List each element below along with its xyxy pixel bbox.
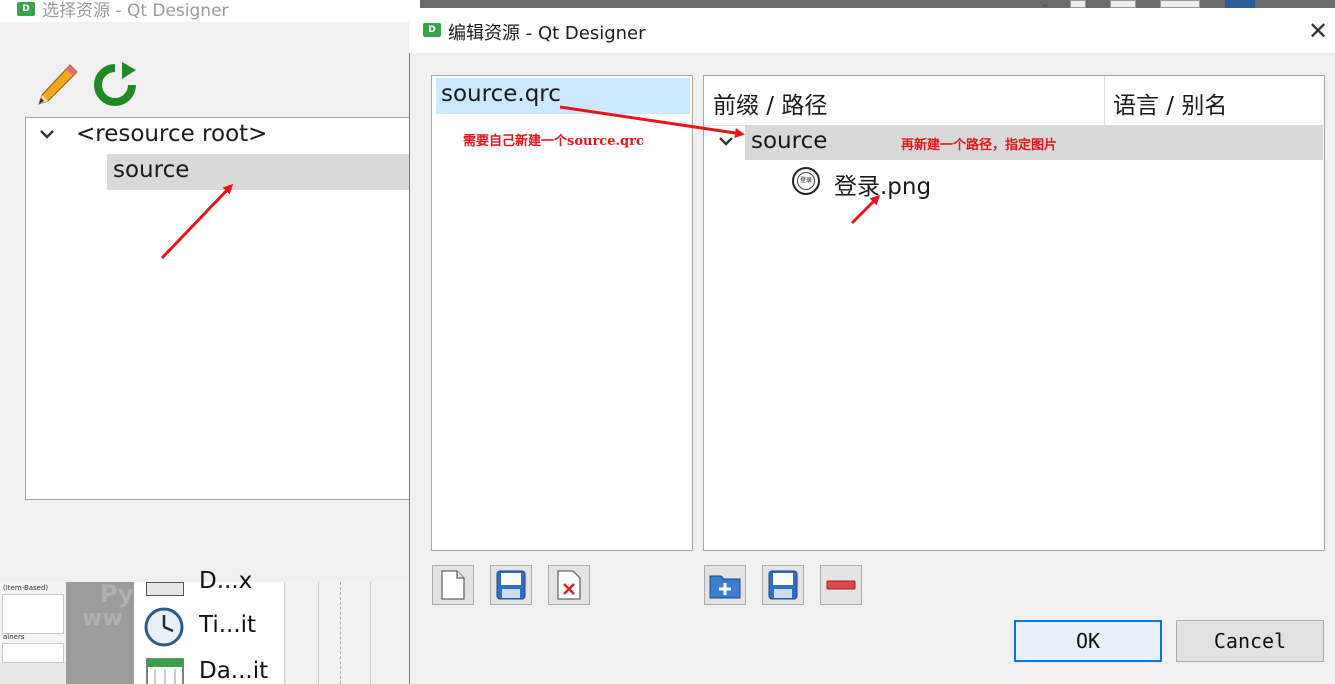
annotation-arrows [160,105,881,260]
arrow-to-source [160,183,234,260]
arrow-to-image-file [850,194,881,225]
arrow-qrc-to-prefix [559,105,745,138]
